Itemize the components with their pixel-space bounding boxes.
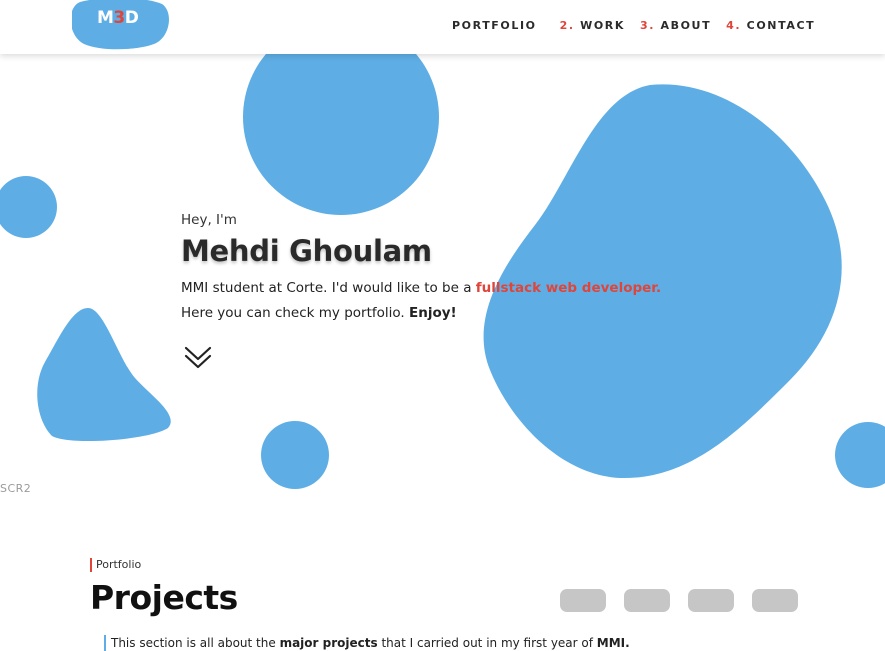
section-desc-text-1: This section is all about the (111, 636, 280, 650)
logo-text: M3D (97, 8, 139, 28)
hero-portfolio-line: Here you can check my portfolio. Enjoy! (181, 305, 661, 321)
section-title: Projects (90, 578, 238, 617)
hero-portfolio-text: Here you can check my portfolio. (181, 305, 409, 321)
hero-intro-text: MMI student at Corte. I'd would like to … (181, 280, 476, 296)
blob-circle-left (0, 176, 57, 238)
blob-triangle (37, 308, 171, 442)
nav-about-label: ABOUT (660, 19, 712, 32)
section-desc-text-2: that I carried out in my first year of (377, 636, 597, 650)
hero-name: Mehdi Ghoulam (181, 234, 432, 268)
nav-contact-label: CONTACT (746, 19, 816, 32)
hero-greeting: Hey, I'm (181, 212, 237, 228)
filter-button-3[interactable] (688, 589, 734, 612)
main-nav: PORTFOLIO 2. WORK 3. ABOUT 4. CONTACT (452, 19, 815, 32)
site-header: M3D PORTFOLIO 2. WORK 3. ABOUT 4. CONTAC… (0, 0, 885, 54)
decorative-blobs (0, 19, 885, 489)
hero-intro-line: MMI student at Corte. I'd would like to … (181, 280, 661, 296)
scroll-down-button[interactable] (183, 345, 213, 371)
nav-contact-link[interactable]: 4. CONTACT (726, 19, 815, 32)
blob-circle-bottom (261, 421, 329, 489)
hero-role-highlight: fullstack web developer. (475, 280, 662, 296)
project-filters (560, 589, 816, 612)
scr-label: SCR2 (0, 482, 32, 495)
nav-work-label: WORK (580, 19, 625, 32)
blob-circle-right (835, 422, 885, 488)
nav-portfolio-label: PORTFOLIO (452, 19, 537, 32)
double-chevron-down-icon (184, 346, 212, 369)
nav-work-number: 2. (559, 19, 575, 32)
hero-section: Hey, I'm Mehdi Ghoulam MMI student at Co… (181, 212, 661, 369)
hero-enjoy: Enjoy! (408, 305, 457, 321)
section-description: This section is all about the major proj… (104, 635, 630, 651)
nav-contact-number: 4. (726, 19, 742, 32)
nav-about-link[interactable]: 3. ABOUT (640, 19, 711, 32)
nav-portfolio-link[interactable]: PORTFOLIO (452, 19, 537, 32)
filter-button-1[interactable] (560, 589, 606, 612)
section-desc-strong-1: major projects (279, 636, 378, 650)
nav-work-link[interactable]: 2. WORK (560, 19, 625, 32)
section-desc-strong-2: MMI. (596, 636, 630, 650)
section-tag: Portfolio (90, 558, 141, 572)
filter-button-4[interactable] (752, 589, 798, 612)
nav-about-number: 3. (640, 19, 656, 32)
filter-button-2[interactable] (624, 589, 670, 612)
logo[interactable]: M3D (72, 0, 172, 50)
